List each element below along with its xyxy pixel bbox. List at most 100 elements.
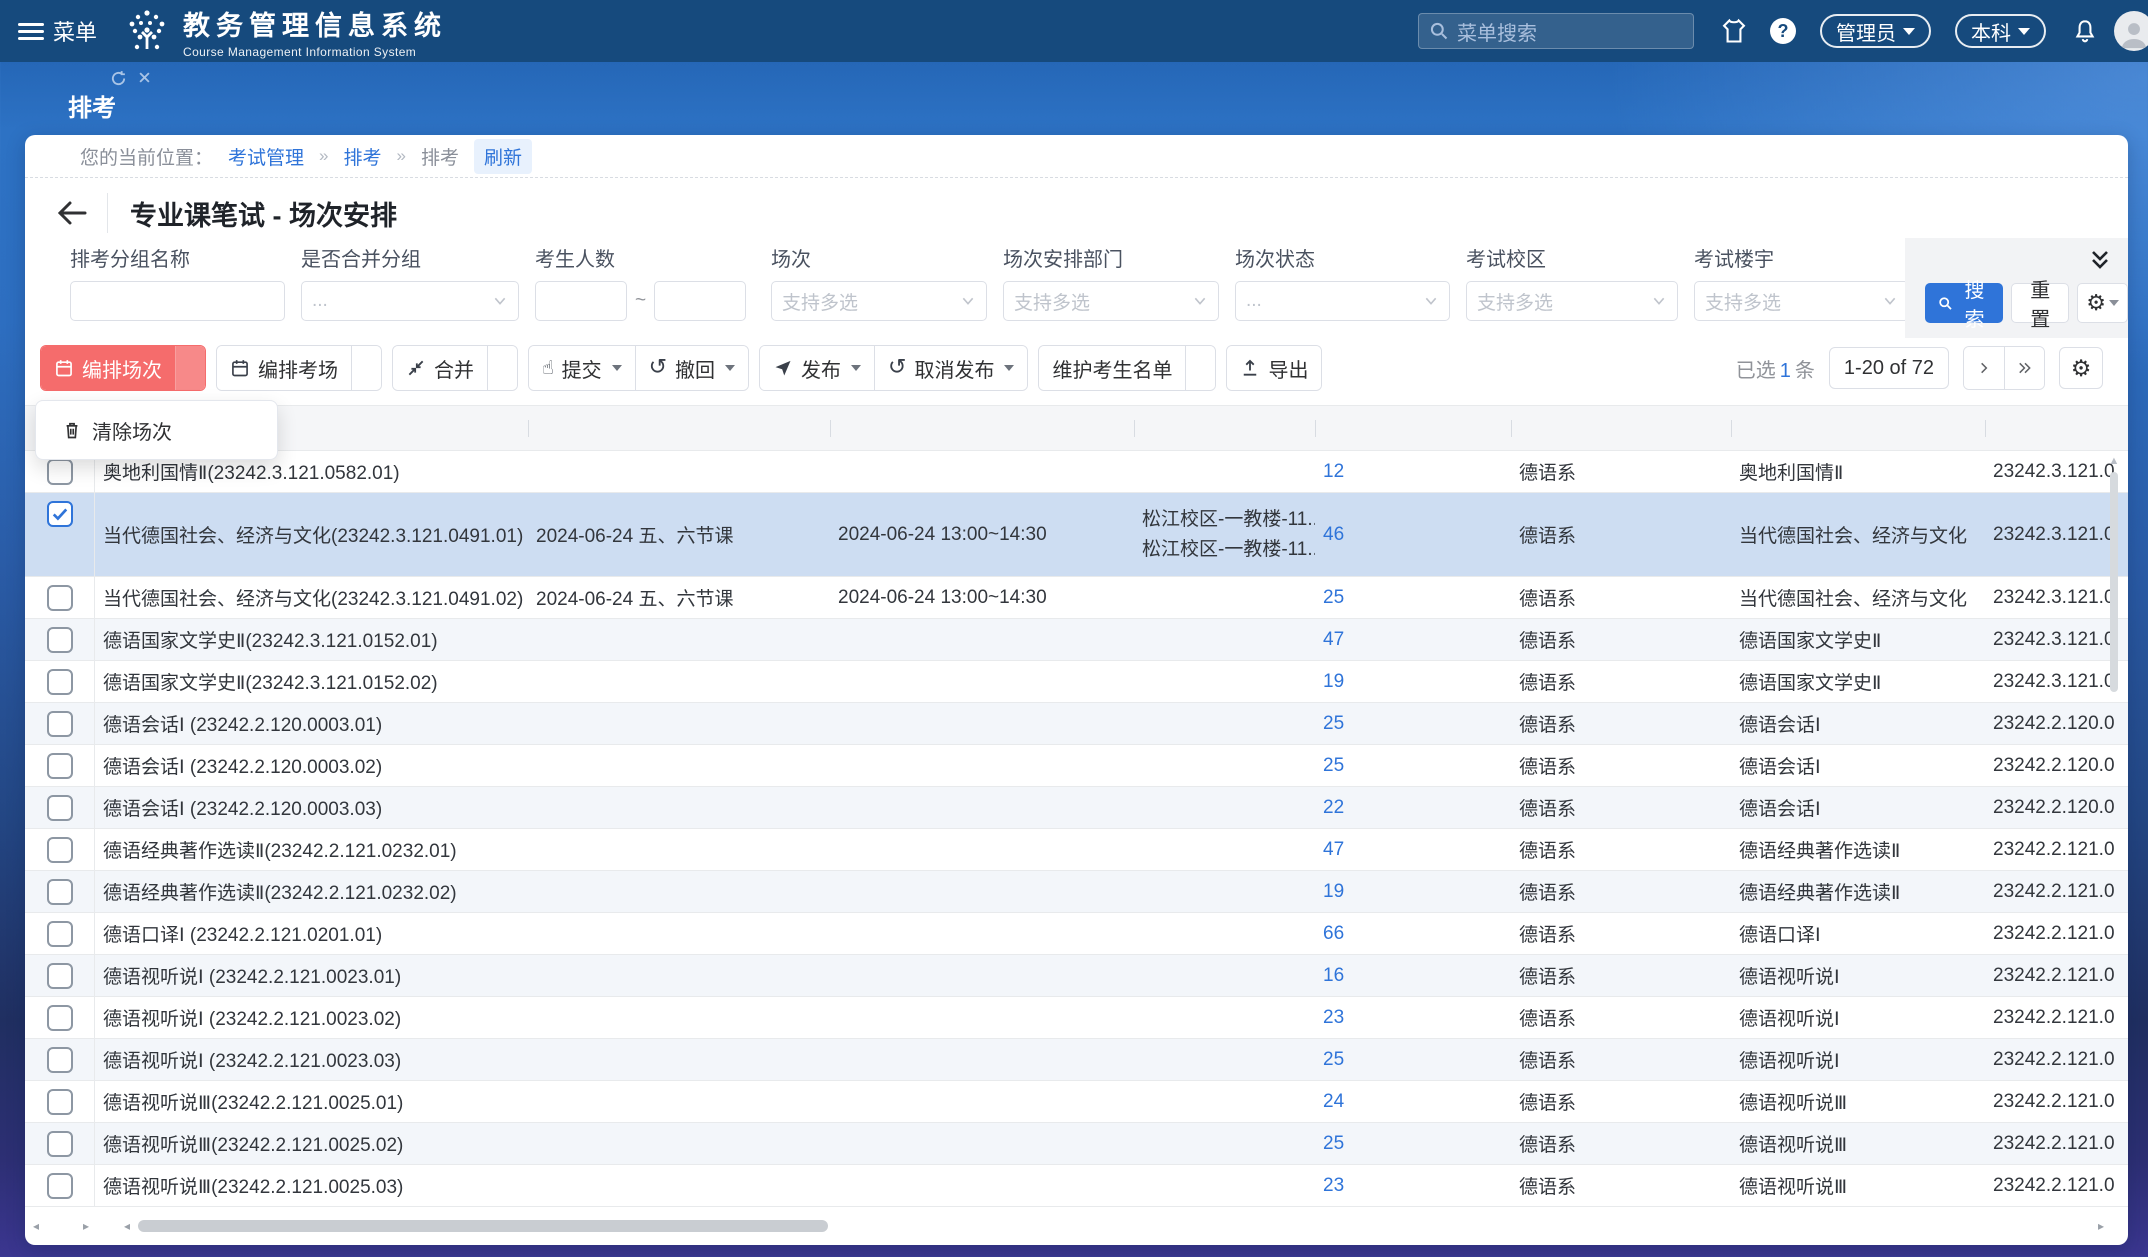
row-checkbox[interactable] bbox=[47, 459, 73, 485]
table-row-10[interactable]: 德语经典著作选读Ⅱ(23242.2.121.0232.02)19德语系德语经典著… bbox=[25, 871, 2128, 913]
next-page-button[interactable] bbox=[1964, 347, 2004, 389]
row-checkbox[interactable] bbox=[47, 753, 73, 779]
last-page-button[interactable] bbox=[2004, 347, 2044, 389]
candidate-count-link[interactable]: 66 bbox=[1323, 923, 1503, 945]
row-checkbox[interactable] bbox=[47, 1005, 73, 1031]
row-checkbox[interactable] bbox=[47, 879, 73, 905]
theme-shirt-icon[interactable] bbox=[1720, 17, 1748, 45]
candidate-count-link[interactable]: 16 bbox=[1323, 965, 1503, 987]
candidate-count-link[interactable]: 47 bbox=[1323, 839, 1503, 861]
row-checkbox[interactable] bbox=[47, 1131, 73, 1157]
toolbar-button-2-0[interactable]: 合并 bbox=[393, 346, 487, 390]
table-row-13[interactable]: 德语视听说Ⅰ (23242.2.121.0023.02)23德语系德语视听说Ⅰ2… bbox=[25, 997, 2128, 1039]
back-arrow-icon[interactable] bbox=[55, 198, 89, 228]
table-row-6[interactable]: 德语会话Ⅰ (23242.2.120.0003.01)25德语系德语会话Ⅰ232… bbox=[25, 703, 2128, 745]
level-selector[interactable]: 本科 bbox=[1955, 14, 2046, 48]
table-row-16[interactable]: 德语视听说Ⅲ(23242.2.121.0025.02)25德语系德语视听说Ⅲ23… bbox=[25, 1123, 2128, 1165]
reset-button[interactable]: 重置 bbox=[2011, 283, 2069, 323]
row-checkbox[interactable] bbox=[47, 1047, 73, 1073]
vertical-scrollbar-thumb[interactable] bbox=[2110, 472, 2118, 692]
candidate-count-link[interactable]: 25 bbox=[1323, 1133, 1503, 1155]
candidate-count-link[interactable]: 19 bbox=[1323, 881, 1503, 903]
collapse-filters-icon[interactable] bbox=[2088, 248, 2112, 272]
user-avatar[interactable] bbox=[2114, 11, 2148, 51]
row-checkbox[interactable] bbox=[47, 669, 73, 695]
pagination-range[interactable]: 1-20 of 72 bbox=[1829, 347, 1949, 389]
search-button[interactable]: 搜索 bbox=[1925, 283, 2003, 323]
split-dropdown-button[interactable] bbox=[175, 346, 205, 390]
filter-range-max-input[interactable] bbox=[654, 281, 746, 321]
row-checkbox[interactable] bbox=[47, 1089, 73, 1115]
split-dropdown-button[interactable] bbox=[351, 346, 381, 390]
tab-close-icon[interactable] bbox=[137, 70, 152, 87]
toolbar-button-1-0[interactable]: 编排考场 bbox=[217, 346, 351, 390]
breadcrumb-refresh-button[interactable]: 刷新 bbox=[474, 139, 532, 174]
menu-item-clear-session[interactable]: 清除场次 bbox=[36, 407, 277, 453]
candidate-count-link[interactable]: 19 bbox=[1323, 671, 1503, 693]
filter-select[interactable]: ... bbox=[301, 281, 519, 321]
toolbar-button-4-1[interactable]: ↺取消发布 bbox=[874, 346, 1027, 390]
tab-paikao[interactable]: 排考 bbox=[68, 88, 116, 123]
table-row-11[interactable]: 德语口译Ⅰ (23242.2.121.0201.01)66德语系德语口译Ⅰ232… bbox=[25, 913, 2128, 955]
row-checkbox[interactable] bbox=[47, 921, 73, 947]
toolbar-button-3-0[interactable]: ☝提交 bbox=[529, 346, 635, 390]
horizontal-scrollbar-thumb[interactable] bbox=[138, 1220, 828, 1232]
candidate-count-link[interactable]: 47 bbox=[1323, 629, 1503, 651]
candidate-count-link[interactable]: 25 bbox=[1323, 713, 1503, 735]
table-row-14[interactable]: 德语视听说Ⅰ (23242.2.121.0023.03)25德语系德语视听说Ⅰ2… bbox=[25, 1039, 2128, 1081]
candidate-count-link[interactable]: 23 bbox=[1323, 1007, 1503, 1029]
menu-label[interactable]: 菜单 bbox=[53, 15, 97, 47]
toolbar-button-3-1[interactable]: ↺撤回 bbox=[635, 346, 748, 390]
table-row-4[interactable]: 德语国家文学史Ⅱ(23242.3.121.0152.01)47德语系德语国家文学… bbox=[25, 619, 2128, 661]
candidate-count-link[interactable]: 24 bbox=[1323, 1091, 1503, 1113]
table-row-3[interactable]: 当代德国社会、经济与文化(23242.3.121.0491.02)2024-06… bbox=[25, 577, 2128, 619]
filter-settings-button[interactable]: ⚙ bbox=[2077, 283, 2128, 323]
hamburger-menu-icon[interactable] bbox=[18, 19, 44, 44]
menu-search-input[interactable]: 菜单搜索 bbox=[1418, 13, 1694, 49]
row-checkbox[interactable] bbox=[47, 837, 73, 863]
toolbar-button-5-0[interactable]: 维护考生名单 bbox=[1039, 346, 1185, 390]
toolbar-button-0-0[interactable]: 编排场次 bbox=[41, 346, 175, 390]
candidate-count-link[interactable]: 46 bbox=[1323, 524, 1503, 546]
help-icon[interactable]: ? bbox=[1770, 18, 1796, 44]
split-dropdown-button[interactable] bbox=[487, 346, 517, 390]
vertical-scrollbar[interactable]: ▲ bbox=[2108, 456, 2120, 1211]
row-checkbox[interactable] bbox=[47, 627, 73, 653]
horizontal-scrollbar[interactable]: ◂ ▸ bbox=[120, 1219, 2108, 1233]
row-checkbox[interactable] bbox=[47, 795, 73, 821]
table-row-5[interactable]: 德语国家文学史Ⅱ(23242.3.121.0152.02)19德语系德语国家文学… bbox=[25, 661, 2128, 703]
filter-select[interactable]: ... bbox=[1235, 281, 1450, 321]
candidate-count-link[interactable]: 25 bbox=[1323, 1049, 1503, 1071]
toolbar-button-4-0[interactable]: 发布 bbox=[760, 346, 874, 390]
filter-select[interactable]: 支持多选 bbox=[1466, 281, 1678, 321]
row-checkbox[interactable] bbox=[47, 585, 73, 611]
breadcrumb-link-exam-mgmt[interactable]: 考试管理 bbox=[228, 143, 304, 170]
notification-bell-icon[interactable] bbox=[2072, 18, 2098, 44]
candidate-count-link[interactable]: 12 bbox=[1323, 461, 1503, 483]
filter-select[interactable]: 支持多选 bbox=[1003, 281, 1219, 321]
row-checkbox[interactable] bbox=[47, 1173, 73, 1199]
filter-input[interactable] bbox=[70, 281, 285, 321]
candidate-count-link[interactable]: 22 bbox=[1323, 797, 1503, 819]
table-row-8[interactable]: 德语会话Ⅰ (23242.2.120.0003.03)22德语系德语会话Ⅰ232… bbox=[25, 787, 2128, 829]
table-row-2[interactable]: 当代德国社会、经济与文化(23242.3.121.0491.01)2024-06… bbox=[25, 493, 2128, 577]
split-dropdown-button[interactable] bbox=[1185, 346, 1215, 390]
filter-select[interactable]: 支持多选 bbox=[1694, 281, 1909, 321]
table-row-15[interactable]: 德语视听说Ⅲ(23242.2.121.0025.01)24德语系德语视听说Ⅲ23… bbox=[25, 1081, 2128, 1123]
filter-range-min-input[interactable] bbox=[535, 281, 627, 321]
filter-select[interactable]: 支持多选 bbox=[771, 281, 987, 321]
breadcrumb-link-paikao[interactable]: 排考 bbox=[344, 143, 382, 170]
table-row-9[interactable]: 德语经典著作选读Ⅱ(23242.2.121.0232.01)47德语系德语经典著… bbox=[25, 829, 2128, 871]
table-row-7[interactable]: 德语会话Ⅰ (23242.2.120.0003.02)25德语系德语会话Ⅰ232… bbox=[25, 745, 2128, 787]
row-checkbox[interactable] bbox=[47, 501, 73, 527]
candidate-count-link[interactable]: 23 bbox=[1323, 1175, 1503, 1197]
toolbar-button-6-0[interactable]: 导出 bbox=[1227, 346, 1321, 390]
table-row-17[interactable]: 德语视听说Ⅲ(23242.2.121.0025.03)23德语系德语视听说Ⅲ23… bbox=[25, 1165, 2128, 1207]
table-settings-button[interactable]: ⚙ bbox=[2059, 347, 2103, 389]
candidate-count-link[interactable]: 25 bbox=[1323, 755, 1503, 777]
row-checkbox[interactable] bbox=[47, 711, 73, 737]
frozen-column-scrollbar[interactable]: ◂▸ bbox=[33, 1219, 89, 1233]
row-checkbox[interactable] bbox=[47, 963, 73, 989]
table-row-12[interactable]: 德语视听说Ⅰ (23242.2.121.0023.01)16德语系德语视听说Ⅰ2… bbox=[25, 955, 2128, 997]
table-row-1[interactable]: 奥地利国情Ⅱ(23242.3.121.0582.01)12德语系奥地利国情Ⅱ23… bbox=[25, 451, 2128, 493]
